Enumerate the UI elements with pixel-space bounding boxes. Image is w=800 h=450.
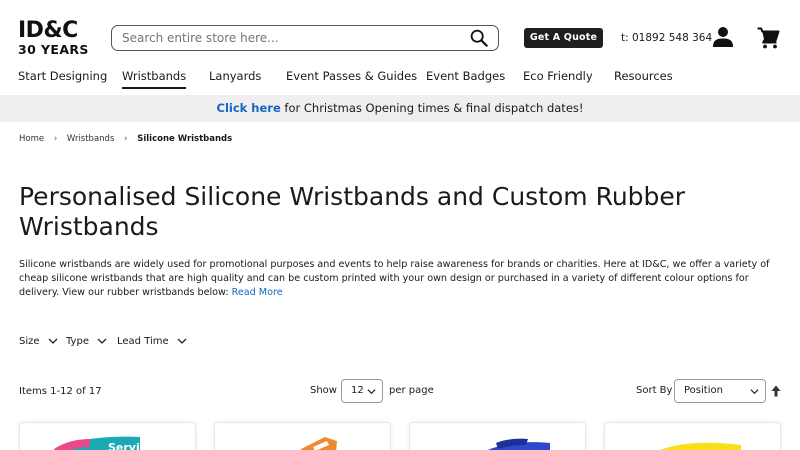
sort-by-label: Sort By: [636, 385, 673, 396]
phone-number[interactable]: t: 01892 548 364: [621, 32, 712, 44]
sort-value: Position: [684, 385, 723, 396]
product-image: [488, 438, 550, 450]
nav-item-wristbands[interactable]: Wristbands: [122, 69, 187, 89]
item-count: Items 1-12 of 17: [19, 386, 102, 397]
main-nav: Start Designing Wristbands Lanyards Even…: [0, 66, 800, 90]
product-image: Servi: [54, 436, 140, 450]
notice-link[interactable]: Click here: [217, 101, 281, 115]
sort-direction-icon[interactable]: [771, 385, 781, 397]
filter-lead-time[interactable]: Lead Time: [117, 336, 187, 347]
search-icon[interactable]: [470, 29, 488, 47]
filter-lead-time-label: Lead Time: [117, 336, 169, 347]
nav-item-start-designing[interactable]: Start Designing: [18, 69, 107, 83]
filter-size[interactable]: Size: [19, 336, 58, 347]
nav-item-resources[interactable]: Resources: [614, 69, 673, 83]
category-description: Silicone wristbands are widely used for …: [19, 258, 783, 300]
product-card[interactable]: [604, 422, 781, 450]
chevron-down-icon: [97, 338, 107, 344]
product-card[interactable]: [409, 422, 586, 450]
filter-type-label: Type: [66, 336, 89, 347]
nav-item-eco-friendly[interactable]: Eco Friendly: [523, 69, 593, 83]
product-print-text: Servi: [108, 441, 140, 450]
intro-text: Silicone wristbands are widely used for …: [19, 259, 770, 298]
notice-text: for Christmas Opening times & final disp…: [280, 101, 584, 115]
cart-icon[interactable]: [756, 26, 780, 50]
breadcrumb-wristbands[interactable]: Wristbands: [67, 134, 114, 144]
filter-size-label: Size: [19, 336, 40, 347]
logo[interactable]: ID&C 30 YEARS: [18, 20, 90, 57]
breadcrumb: Home › Wristbands › Silicone Wristbands: [19, 134, 232, 144]
breadcrumb-home[interactable]: Home: [19, 134, 44, 144]
chevron-down-icon: [177, 338, 187, 344]
product-grid: Servi: [19, 422, 783, 450]
filter-type[interactable]: Type: [66, 336, 107, 347]
search-box: [111, 25, 499, 51]
product-card[interactable]: Servi: [19, 422, 196, 450]
per-page-label: per page: [389, 385, 434, 396]
chevron-down-icon: [750, 389, 759, 395]
logo-tagline: 30 YEARS: [18, 42, 89, 57]
notice-bar: Click here for Christmas Opening times &…: [0, 95, 800, 122]
product-card[interactable]: [214, 422, 391, 450]
nav-item-event-passes-guides[interactable]: Event Passes & Guides: [286, 69, 417, 83]
get-a-quote-button[interactable]: Get A Quote: [524, 28, 603, 48]
product-image: [301, 437, 337, 450]
nav-item-event-badges[interactable]: Event Badges: [426, 69, 505, 83]
logo-text: ID&C: [18, 18, 78, 43]
chevron-down-icon: [48, 338, 57, 344]
chevron-down-icon: [367, 389, 376, 395]
read-more-link[interactable]: Read More: [232, 287, 283, 298]
breadcrumb-current: Silicone Wristbands: [137, 134, 233, 144]
sort-select[interactable]: Position: [674, 379, 766, 403]
account-icon[interactable]: [712, 26, 734, 48]
limit-select[interactable]: 12: [341, 379, 383, 403]
product-image: [660, 442, 741, 450]
show-label: Show: [310, 385, 337, 396]
limit-value: 12: [351, 385, 364, 396]
chevron-right-icon: ›: [53, 134, 58, 144]
search-input[interactable]: [122, 29, 462, 47]
page-title: Personalised Silicone Wristbands and Cus…: [19, 182, 686, 241]
nav-item-lanyards[interactable]: Lanyards: [209, 69, 261, 83]
chevron-right-icon: ›: [124, 134, 128, 144]
